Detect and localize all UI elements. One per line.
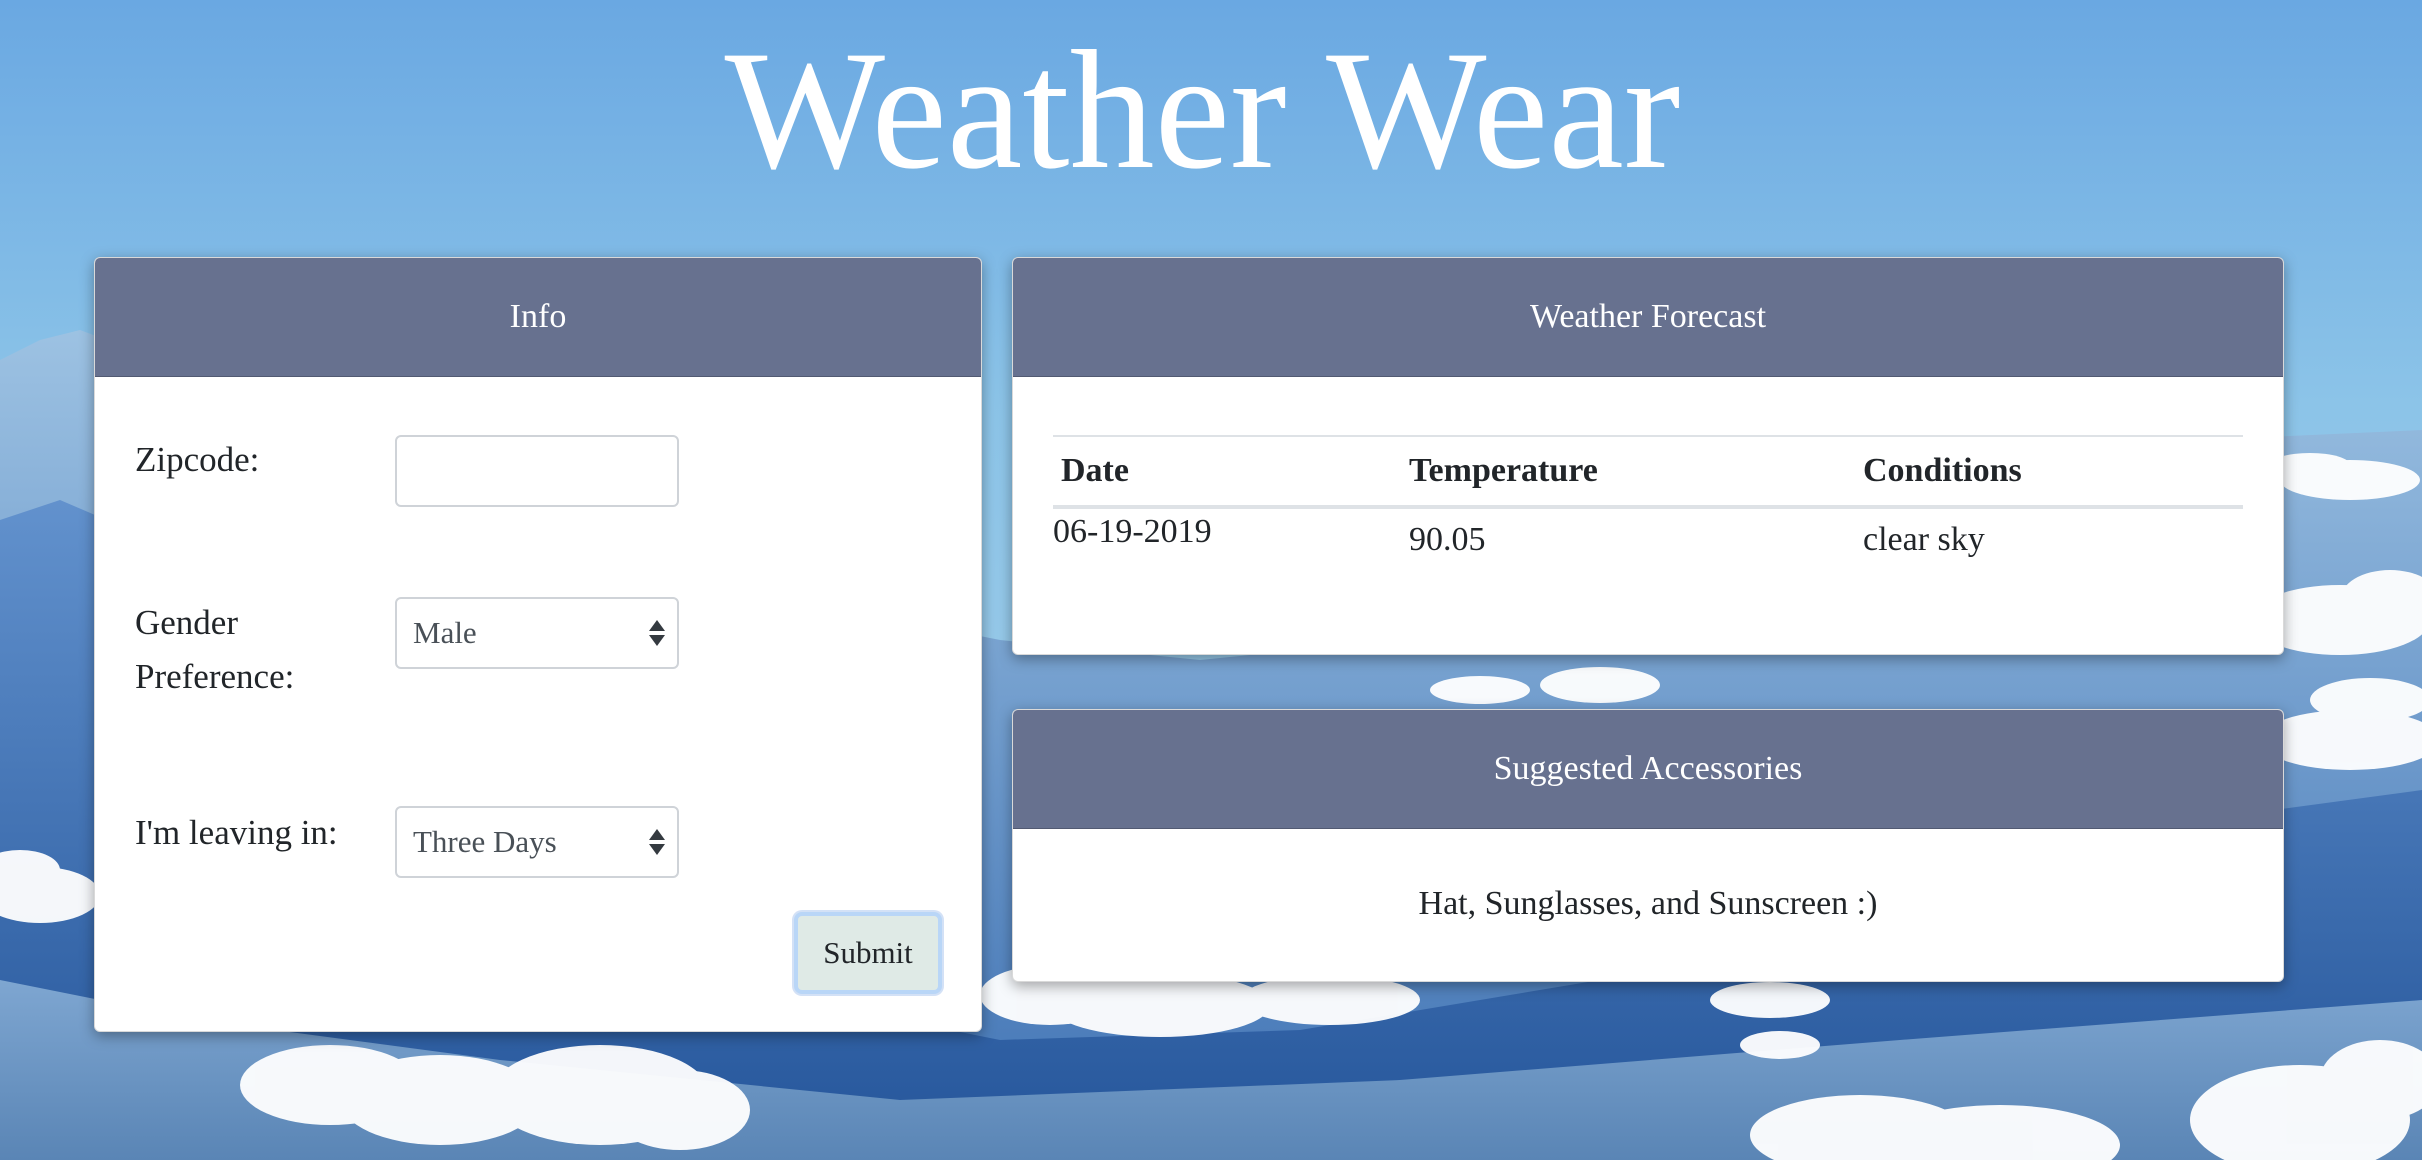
column-header-conditions: Conditions xyxy=(1863,452,2022,489)
submit-button[interactable]: Submit xyxy=(794,912,942,994)
info-card-header: Info xyxy=(95,258,981,377)
forecast-card: Weather Forecast Date Temperature Condit… xyxy=(1012,257,2284,655)
gender-label-line1: Gender xyxy=(135,603,239,642)
page-title: Weather Wear xyxy=(724,16,1681,204)
select-arrows-icon xyxy=(649,620,665,646)
select-arrows-icon xyxy=(649,829,665,855)
zipcode-label: Zipcode: xyxy=(135,440,260,479)
gender-label-line2: Preference: xyxy=(135,657,295,696)
leaving-select[interactable]: Three Days xyxy=(395,806,679,878)
forecast-card-header: Weather Forecast xyxy=(1013,258,2283,377)
column-header-date: Date xyxy=(1061,452,1129,489)
leaving-label: I'm leaving in: xyxy=(135,813,338,852)
info-card: Info Zipcode: Gender Preference: Male I'… xyxy=(94,257,982,1032)
gender-select[interactable]: Male xyxy=(395,597,679,669)
gender-select-value: Male xyxy=(413,615,477,650)
accessories-card-header: Suggested Accessories xyxy=(1013,710,2283,829)
cell-conditions: clear sky xyxy=(1863,521,1985,558)
cell-date: 06-19-2019 xyxy=(1053,513,1212,550)
leaving-select-value: Three Days xyxy=(413,824,557,859)
table-row: 06-19-2019 90.05 clear sky xyxy=(1053,509,2243,569)
forecast-table-header: Date Temperature Conditions xyxy=(1053,437,2243,509)
zipcode-input[interactable] xyxy=(395,435,679,507)
accessories-card: Suggested Accessories Hat, Sunglasses, a… xyxy=(1012,709,2284,982)
forecast-table: Date Temperature Conditions 06-19-2019 9… xyxy=(1053,435,2243,569)
accessories-text: Hat, Sunglasses, and Sunscreen :) xyxy=(1418,885,1878,922)
cell-temperature: 90.05 xyxy=(1409,521,1486,558)
column-header-temperature: Temperature xyxy=(1409,452,1598,489)
